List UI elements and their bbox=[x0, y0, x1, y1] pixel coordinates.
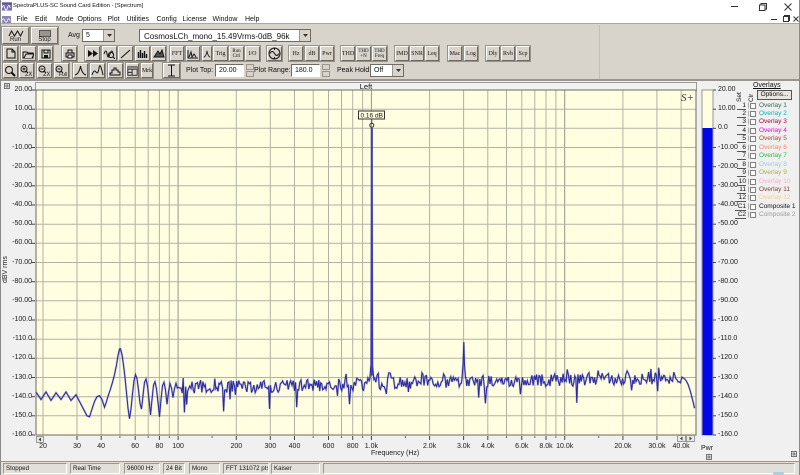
svg-text:0.16 dB: 0.16 dB bbox=[361, 113, 383, 120]
svg-text:S+: S+ bbox=[681, 92, 694, 104]
